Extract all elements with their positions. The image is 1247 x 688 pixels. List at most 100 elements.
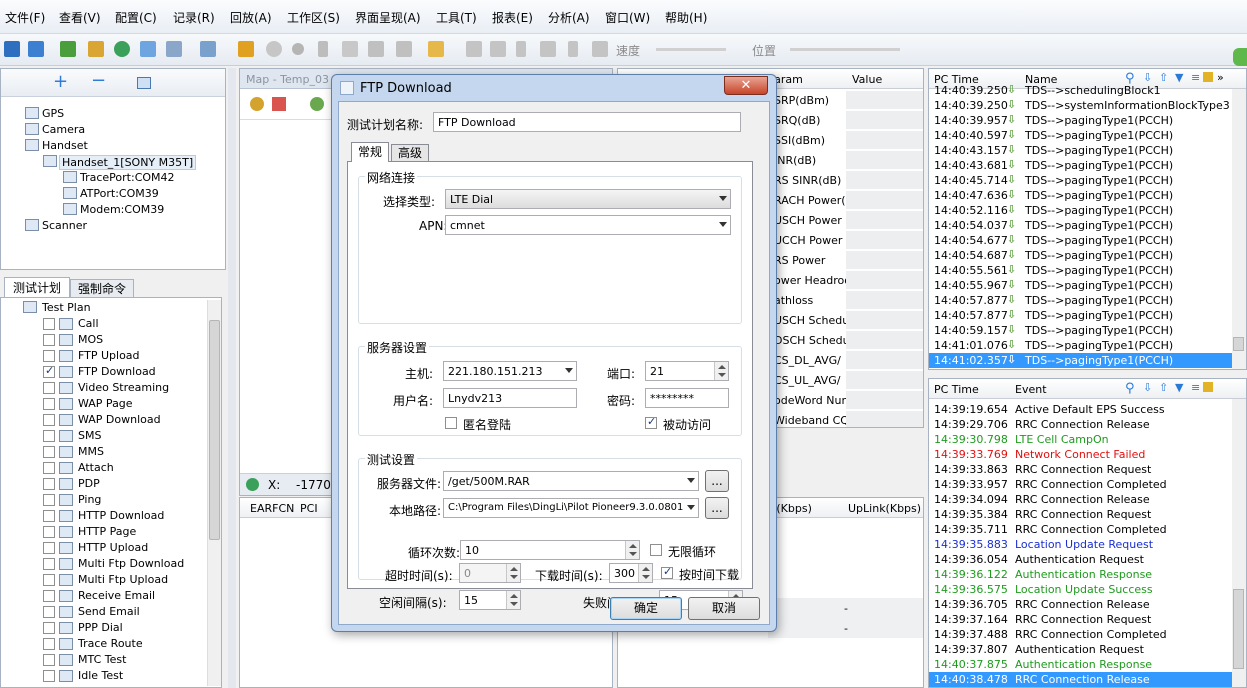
tab-general[interactable]: 常规 xyxy=(351,142,389,162)
plan-item-checkbox[interactable] xyxy=(43,510,55,522)
list-icon[interactable]: ≡ xyxy=(1191,381,1200,394)
lock-icon[interactable] xyxy=(1203,382,1213,392)
filter-icon[interactable]: ▼ xyxy=(1175,381,1183,394)
tab-force-command[interactable]: 强制命令 xyxy=(70,279,134,298)
note-icon[interactable] xyxy=(342,41,358,57)
infinite-loop-checkbox[interactable] xyxy=(650,544,662,556)
plan-item-checkbox[interactable] xyxy=(43,654,55,666)
tree-modem[interactable]: Modem:COM39 xyxy=(80,203,164,216)
event-row[interactable]: 14:39:33.863 RRC Connection Request xyxy=(929,462,1246,477)
menu-display[interactable]: 界面呈现(A) xyxy=(355,9,421,26)
message-row[interactable]: 14:40:39.250 ⇩ TDS-->schedulingBlock1 xyxy=(929,83,1246,98)
map-globe-icon[interactable] xyxy=(250,97,264,111)
add-device-icon[interactable] xyxy=(60,41,76,57)
forward-icon[interactable] xyxy=(540,41,556,57)
message-row[interactable]: 14:40:57.877 ⇩ TDS-->pagingType1(PCCH) xyxy=(929,293,1246,308)
event-row[interactable]: 14:39:35.384 RRC Connection Request xyxy=(929,507,1246,522)
plan-item[interactable]: Multi Ftp Download xyxy=(78,557,184,570)
tree-trace-port[interactable]: TracePort:COM42 xyxy=(80,171,175,184)
message-row[interactable]: 14:40:54.677 ⇩ TDS-->pagingType1(PCCH) xyxy=(929,233,1246,248)
plan-item[interactable]: HTTP Download xyxy=(78,509,164,522)
spin-icon[interactable] xyxy=(506,591,520,609)
download-time-input[interactable]: 300 xyxy=(609,563,653,583)
browse-server-button[interactable]: ... xyxy=(705,470,729,492)
passive-checkbox[interactable] xyxy=(645,415,657,429)
close-icon[interactable]: ✕ xyxy=(724,76,768,95)
playback-pause-icon[interactable] xyxy=(516,41,526,57)
tree-at-port[interactable]: ATPort:COM39 xyxy=(80,187,159,200)
plan-item-checkbox[interactable] xyxy=(43,494,55,506)
download-icon[interactable]: ⇩ xyxy=(1143,381,1152,394)
plan-item-checkbox[interactable] xyxy=(43,478,55,490)
plan-item-checkbox[interactable] xyxy=(43,606,55,618)
plan-item[interactable]: Send Email xyxy=(78,605,140,618)
event-row[interactable]: 14:39:36.705 RRC Connection Release xyxy=(929,597,1246,612)
event-row[interactable]: 14:39:35.883 Location Update Request xyxy=(929,537,1246,552)
event-row[interactable]: 14:39:29.706 RRC Connection Release xyxy=(929,417,1246,432)
header-pci[interactable]: PCI xyxy=(300,502,318,515)
event-row[interactable]: 14:39:37.807 Authentication Request xyxy=(929,642,1246,657)
spin-icon[interactable] xyxy=(638,564,652,582)
menu-analysis[interactable]: 分析(A) xyxy=(548,9,590,26)
message-row[interactable]: 14:40:54.037 ⇩ TDS-->pagingType1(PCCH) xyxy=(929,218,1246,233)
open-folder-icon[interactable] xyxy=(428,41,444,57)
plan-item[interactable]: MMS xyxy=(78,445,104,458)
events-scrollbar[interactable] xyxy=(1232,399,1246,687)
plan-item-checkbox[interactable] xyxy=(43,526,55,538)
record-icon[interactable] xyxy=(292,43,304,55)
plan-item[interactable]: Attach xyxy=(78,461,114,474)
pause-icon[interactable] xyxy=(318,41,328,57)
local-path-input[interactable]: C:\Program Files\DingLi\Pilot Pioneer9.3… xyxy=(443,498,699,518)
anonymous-checkbox[interactable] xyxy=(445,417,457,429)
loop-input[interactable]: 10 xyxy=(460,540,640,560)
event-row[interactable]: 14:39:30.798 LTE Cell CampOn xyxy=(929,432,1246,447)
plan-item-checkbox[interactable] xyxy=(43,622,55,634)
plan-item[interactable]: Trace Route xyxy=(78,637,143,650)
event-row[interactable]: 14:40:38.478 RRC Connection Release xyxy=(929,672,1232,687)
plan-item-checkbox[interactable] xyxy=(43,446,55,458)
stop-icon[interactable] xyxy=(592,41,608,57)
tree-camera[interactable]: Camera xyxy=(42,123,85,136)
header-event[interactable]: Event xyxy=(1015,383,1047,396)
plan-item[interactable]: FTP Upload xyxy=(78,349,140,362)
list-icon[interactable] xyxy=(166,41,182,57)
cancel-button[interactable]: 取消 xyxy=(688,597,760,620)
gear-icon[interactable] xyxy=(238,41,254,57)
message-row[interactable]: 14:40:40.597 ⇩ TDS-->pagingType1(PCCH) xyxy=(929,128,1246,143)
position-slider[interactable] xyxy=(790,48,900,51)
plan-item[interactable]: WAP Download xyxy=(78,413,161,426)
lock-icon[interactable] xyxy=(1203,72,1213,82)
header-earfcn[interactable]: EARFCN xyxy=(250,502,294,515)
plan-item[interactable]: HTTP Page xyxy=(78,525,136,538)
message-row[interactable]: 14:40:39.957 ⇩ TDS-->pagingType1(PCCH) xyxy=(929,113,1246,128)
download-by-time-checkbox[interactable] xyxy=(661,565,673,579)
menu-file[interactable]: 文件(F) xyxy=(5,9,45,26)
flag-icon[interactable] xyxy=(368,41,384,57)
tree-gps[interactable]: GPS xyxy=(42,107,64,120)
header-event-time[interactable]: PC Time xyxy=(934,383,979,396)
plan-item-checkbox[interactable] xyxy=(43,670,55,682)
menu-view[interactable]: 查看(V) xyxy=(59,9,101,26)
map-tool-icon[interactable] xyxy=(310,97,324,111)
plan-item[interactable]: FTP Download xyxy=(78,365,156,378)
idle-interval-input[interactable]: 15 xyxy=(459,590,521,610)
message-row[interactable]: 14:40:43.157 ⇩ TDS-->pagingType1(PCCH) xyxy=(929,143,1246,158)
message-row[interactable]: 14:40:55.561 ⇩ TDS-->pagingType1(PCCH) xyxy=(929,263,1246,278)
plan-item-checkbox[interactable] xyxy=(43,334,55,346)
event-row[interactable]: 14:39:33.957 RRC Connection Completed xyxy=(929,477,1246,492)
plan-item-checkbox[interactable] xyxy=(43,462,55,474)
plan-item-checkbox[interactable] xyxy=(43,558,55,570)
plan-item[interactable]: Multi Ftp Upload xyxy=(78,573,168,586)
event-row[interactable]: 14:40:37.875 Authentication Response xyxy=(929,657,1246,672)
menu-playback[interactable]: 回放(A) xyxy=(230,9,272,26)
plan-item[interactable]: PPP Dial xyxy=(78,621,123,634)
plan-item[interactable]: Idle Test xyxy=(78,669,123,682)
event-row[interactable]: 14:39:37.488 RRC Connection Completed xyxy=(929,627,1246,642)
message-row[interactable]: 14:40:47.636 ⇩ TDS-->pagingType1(PCCH) xyxy=(929,188,1246,203)
plan-scroll-thumb[interactable] xyxy=(209,320,220,540)
plan-item[interactable]: Call xyxy=(78,317,99,330)
message-row[interactable]: 14:40:43.681 ⇩ TDS-->pagingType1(PCCH) xyxy=(929,158,1246,173)
plan-item-checkbox[interactable] xyxy=(43,590,55,602)
plan-item[interactable]: Ping xyxy=(78,493,101,506)
map-layer-icon[interactable] xyxy=(272,97,286,111)
